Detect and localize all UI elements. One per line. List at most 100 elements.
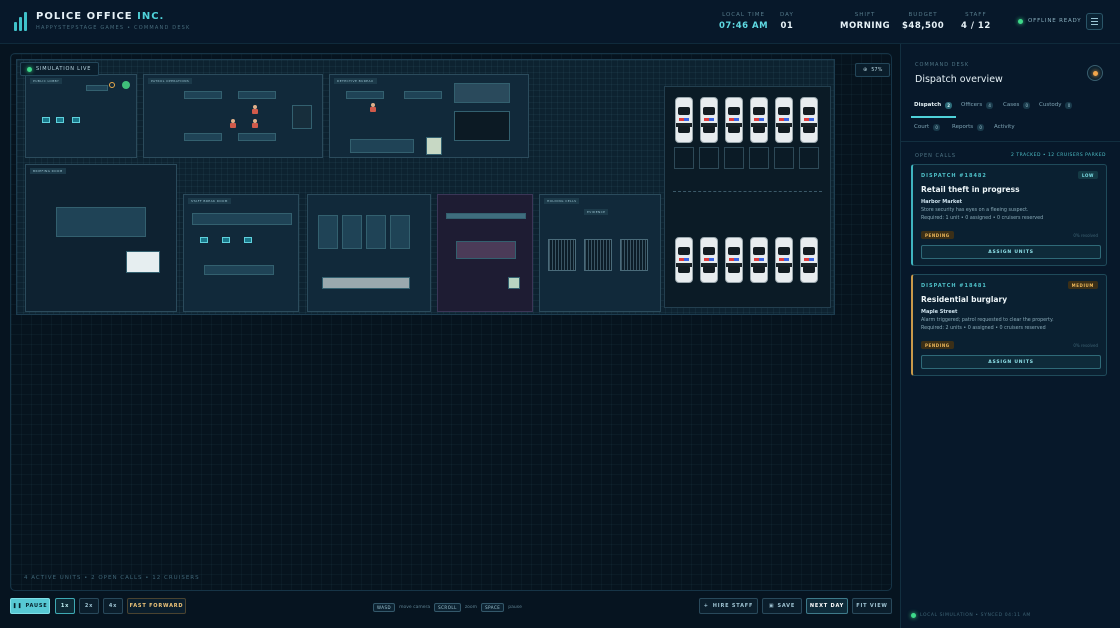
simulation-live-badge: SIMULATION LIVE (20, 62, 100, 76)
call-description: Store security has eyes on a fleeing sus… (921, 208, 1029, 213)
parking-slot (749, 147, 769, 169)
tab-activity[interactable]: Activity (994, 118, 1015, 136)
zoom-indicator[interactable]: ⊕ 57% (855, 63, 891, 77)
police-cruiser[interactable] (725, 97, 743, 143)
call-description: Alarm triggered; patrol requested to cle… (921, 318, 1054, 323)
speed-1x-button[interactable]: 1x (55, 598, 75, 614)
save-button[interactable]: ▣ SAVE (762, 598, 802, 614)
plus-icon: + (703, 603, 709, 609)
offline-status: OFFLINE READY (1018, 18, 1081, 24)
assign-units-button[interactable]: ASSIGN UNITS (921, 355, 1101, 369)
call-location: Harbor Market (921, 199, 963, 205)
siren-lights-icon (804, 258, 814, 261)
panel-footer: LOCAL SIMULATION • SYNCED 04:11 AM (911, 613, 1031, 618)
tab-court[interactable]: Court 0 (914, 118, 941, 136)
room-briefing[interactable]: BRIEFING ROOM (25, 164, 177, 312)
call-title: Residential burglary (921, 295, 1008, 304)
call-location: Maple Street (921, 309, 958, 315)
tab-cases[interactable]: Cases 0 (1003, 96, 1031, 114)
alert-dot-icon (1092, 70, 1098, 76)
dispatch-id: DISPATCH #18481 (921, 283, 987, 289)
parking-slot (799, 147, 819, 169)
stat-budget: BUDGET $48,500 (902, 12, 945, 31)
police-cruiser[interactable] (750, 237, 768, 283)
pause-icon: ❚❚ (12, 603, 23, 609)
siren-lights-icon (729, 118, 739, 121)
siren-lights-icon (679, 258, 689, 261)
station-map[interactable]: PUBLIC LOBBY PATROL OPERATIONS DETECTIVE… (16, 59, 835, 315)
keyboard-hints: WASD move camera SCROLL zoom SPACE pause (373, 603, 522, 612)
dispatch-card[interactable]: DISPATCH #18481 MEDIUM Residential burgl… (911, 274, 1107, 376)
brand: POLICE OFFICE INC. HAPPYSTEPSTAGE GAMES … (36, 11, 191, 31)
police-cruiser[interactable] (750, 97, 768, 143)
room-detective-bureau[interactable]: DETECTIVE BUREAU (329, 74, 529, 158)
room-patrol-operations[interactable]: PATROL OPERATIONS (143, 74, 323, 158)
call-progress: 0% resolved (1073, 343, 1098, 348)
save-icon: ▣ (768, 603, 775, 609)
siren-lights-icon (779, 258, 789, 261)
hamburger-icon (1091, 18, 1098, 19)
stat-day: DAY 01 (780, 12, 794, 31)
stat-local-time: LOCAL TIME 07:46 AM (719, 12, 769, 31)
police-cruiser[interactable] (725, 237, 743, 283)
hire-staff-button[interactable]: + HIRE STAFF (699, 598, 758, 614)
viewport-status-line: 4 ACTIVE UNITS • 2 OPEN CALLS • 12 CRUIS… (24, 575, 200, 581)
logo-bars-icon (14, 11, 30, 31)
status-badge: PENDING (921, 341, 954, 349)
menu-button[interactable] (1086, 13, 1103, 30)
fit-view-button[interactable]: FIT VIEW (852, 598, 892, 614)
assign-units-button[interactable]: ASSIGN UNITS (921, 245, 1101, 259)
tab-officers[interactable]: Officers 4 (961, 96, 994, 114)
fast-forward-button[interactable]: FAST FORWARD (127, 598, 186, 614)
room-utility[interactable] (307, 194, 431, 312)
siren-lights-icon (779, 118, 789, 121)
room-interview[interactable] (437, 194, 533, 312)
open-calls-meta: 2 TRACKED • 12 CRUISERS PARKED (1011, 153, 1106, 158)
call-title: Retail theft in progress (921, 185, 1020, 194)
top-bar: POLICE OFFICE INC. HAPPYSTEPSTAGE GAMES … (0, 0, 1120, 44)
tab-dispatch[interactable]: Dispatch 2 (914, 96, 953, 114)
police-cruiser[interactable] (700, 237, 718, 283)
parking-slot (774, 147, 794, 169)
garage-parking[interactable] (664, 86, 831, 308)
room-public-lobby[interactable]: PUBLIC LOBBY (25, 74, 137, 158)
zoom-icon: ⊕ (863, 67, 868, 73)
dispatch-id: DISPATCH #18482 (921, 173, 987, 179)
police-cruiser[interactable] (775, 237, 793, 283)
police-cruiser[interactable] (675, 237, 693, 283)
call-progress: 0% resolved (1073, 233, 1098, 238)
police-cruiser[interactable] (800, 237, 818, 283)
panel-eyebrow: COMMAND DESK (915, 62, 970, 68)
next-day-button[interactable]: NEXT DAY (806, 598, 848, 614)
siren-lights-icon (679, 118, 689, 121)
status-dot-icon (1018, 18, 1023, 24)
parking-slot (699, 147, 719, 169)
tab-custody[interactable]: Custody 0 (1039, 96, 1073, 114)
speed-2x-button[interactable]: 2x (79, 598, 99, 614)
sync-dot-icon (911, 613, 916, 618)
active-tab-indicator (911, 116, 956, 118)
parking-slot (724, 147, 744, 169)
siren-lights-icon (704, 118, 714, 121)
app-title: POLICE OFFICE INC. (36, 11, 165, 22)
police-cruiser[interactable] (675, 97, 693, 143)
alert-indicator[interactable] (1087, 65, 1103, 81)
panel-title: Dispatch overview (915, 74, 1003, 85)
police-cruiser[interactable] (775, 97, 793, 143)
speed-4x-button[interactable]: 4x (103, 598, 123, 614)
police-cruiser[interactable] (800, 97, 818, 143)
command-desk-panel: COMMAND DESK Dispatch overview Dispatch 2… (900, 44, 1120, 628)
open-calls-heading: OPEN CALLS (915, 153, 957, 159)
tab-reports[interactable]: Reports 0 (952, 118, 985, 136)
stat-shift: SHIFT MORNING (840, 12, 891, 31)
priority-badge: LOW (1077, 171, 1098, 179)
status-badge: PENDING (921, 231, 954, 239)
siren-lights-icon (804, 118, 814, 121)
room-staff-break[interactable]: STAFF BREAK ROOM (183, 194, 299, 312)
police-cruiser[interactable] (700, 97, 718, 143)
game-viewport[interactable]: SIMULATION LIVE ⊕ 57% PUBLIC LOBBY PATRO… (10, 53, 892, 591)
dispatch-card[interactable]: DISPATCH #18482 LOW Retail theft in prog… (911, 164, 1107, 266)
pause-button[interactable]: ❚❚ PAUSE (10, 598, 50, 614)
room-holding-cells[interactable]: HOLDING CELLS EVIDENCE (539, 194, 661, 312)
siren-lights-icon (729, 258, 739, 261)
